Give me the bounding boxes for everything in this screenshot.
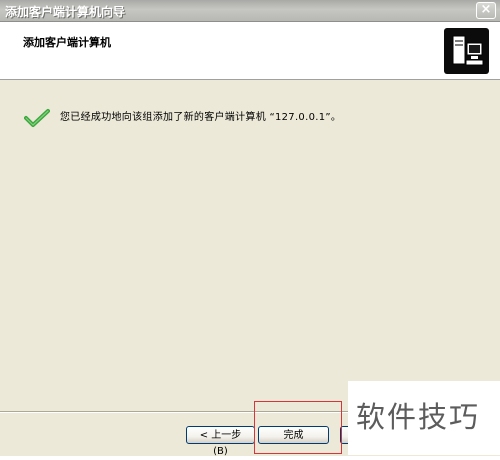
page-title: 添加客户端计算机 xyxy=(23,36,111,49)
close-button[interactable]: × xyxy=(476,2,496,19)
wizard-header: 添加客户端计算机 xyxy=(0,22,500,80)
watermark-text: 软件技巧 xyxy=(356,400,481,434)
wizard-body: 您已经成功地向该组添加了新的客户端计算机 “127.0.0.1”。 xyxy=(0,80,500,412)
back-button[interactable]: < 上一步(B) xyxy=(186,426,255,457)
highlight-box xyxy=(254,401,342,454)
check-icon xyxy=(24,108,50,132)
title-bar: 添加客户端计算机向导 × xyxy=(0,0,500,22)
computer-icon xyxy=(444,28,489,74)
success-message: 您已经成功地向该组添加了新的客户端计算机 “127.0.0.1”。 xyxy=(60,112,342,123)
window-title: 添加客户端计算机向导 xyxy=(5,5,126,19)
